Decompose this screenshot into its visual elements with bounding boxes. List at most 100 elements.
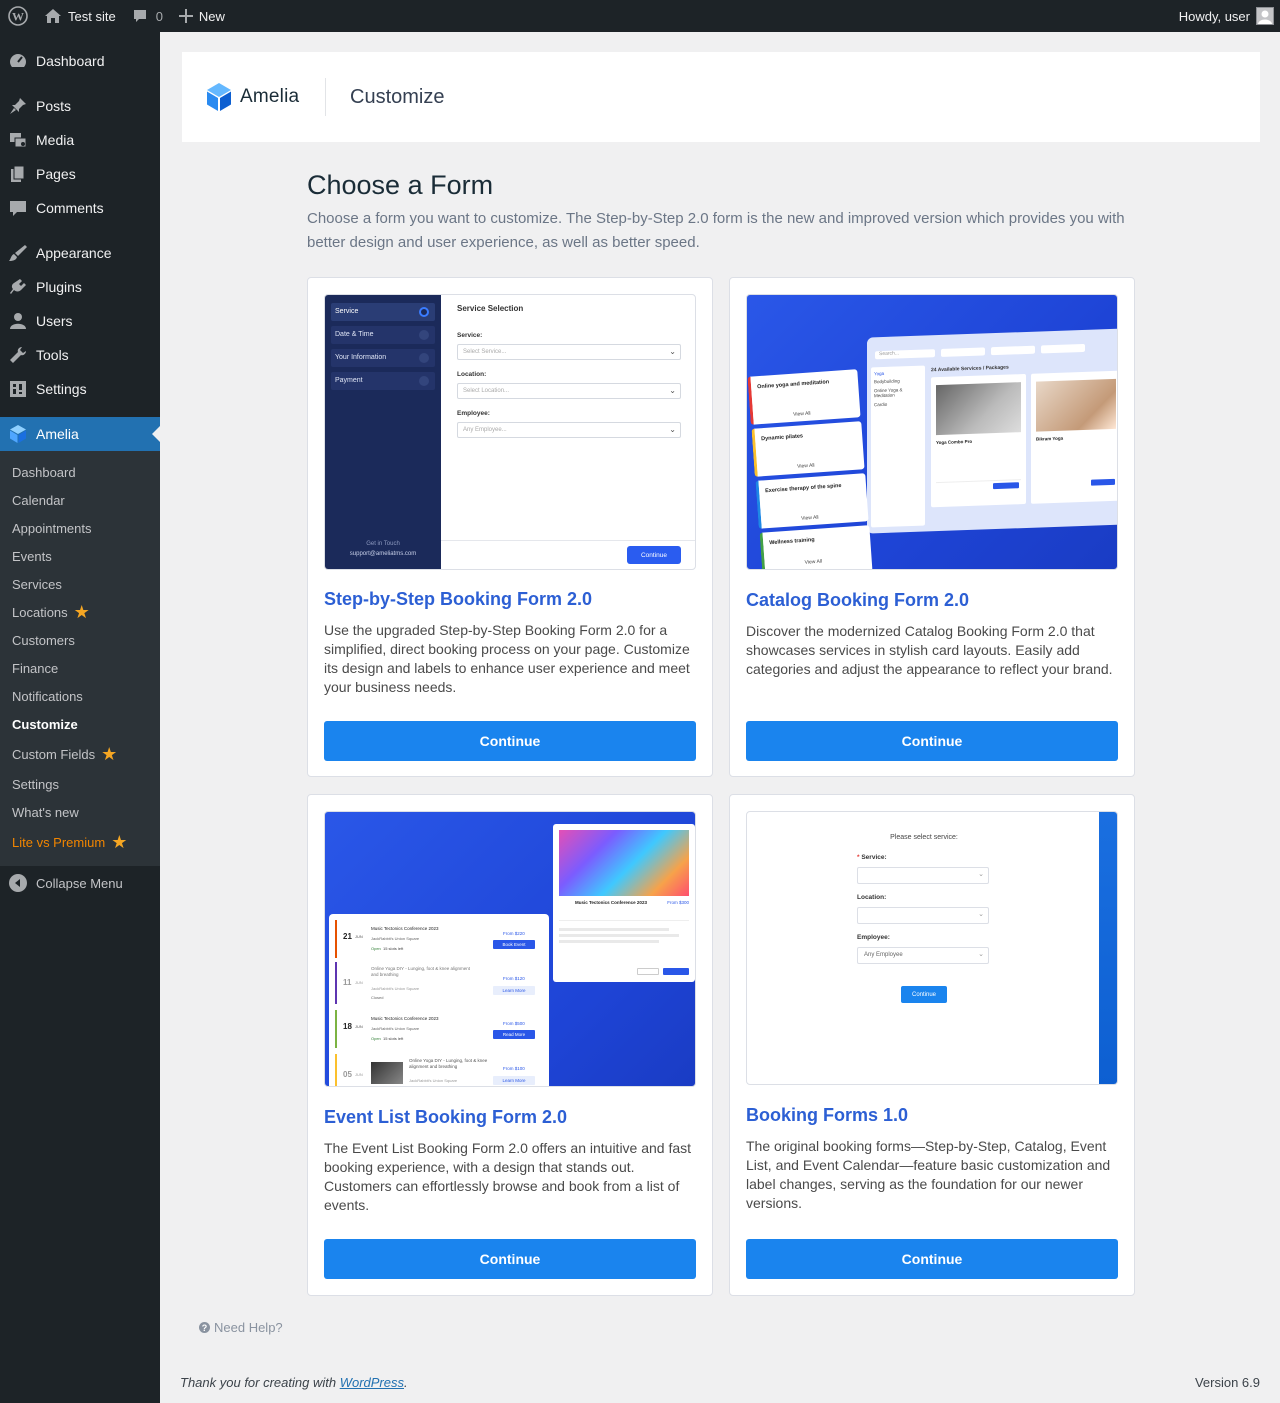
menu-dashboard[interactable]: Dashboard — [0, 44, 160, 78]
continue-button[interactable]: Continue — [746, 1239, 1118, 1279]
service-name: Yoga Combo Pro — [936, 438, 973, 446]
submenu-customize[interactable]: Customize — [0, 710, 160, 738]
wordpress-logo-icon[interactable]: W — [0, 0, 36, 32]
catalog-category-card: Wellness training — [769, 537, 815, 547]
submenu-lite-vs-premium[interactable]: Lite vs Premium ★ — [0, 826, 160, 858]
footer-thanks-suffix: . — [404, 1375, 408, 1390]
menu-settings[interactable]: Settings — [0, 372, 160, 406]
comments-link[interactable]: 0 — [124, 0, 171, 32]
event-day: 21 — [343, 932, 352, 941]
event-month: JUN — [355, 1024, 363, 1029]
collapse-label: Collapse Menu — [36, 875, 123, 891]
event-price: From $100 — [503, 1066, 525, 1071]
event-name: Online Yoga DIY - Lunging, foot & knee a… — [409, 1058, 488, 1069]
submenu-services[interactable]: Services — [0, 570, 160, 598]
submenu-appointments[interactable]: Appointments — [0, 514, 160, 542]
event-place: JackRabbit's Union Square — [371, 936, 420, 941]
submenu-customers[interactable]: Customers — [0, 626, 160, 654]
media-icon — [8, 130, 28, 150]
submenu-finance[interactable]: Finance — [0, 654, 160, 682]
form-card-catalog: Search... Yoga Bodybuilding Online Yoga … — [729, 277, 1135, 777]
event-place: JackRabbit's Union Square — [409, 1078, 458, 1083]
collapse-icon — [9, 874, 27, 892]
event-name: Online Yoga DIY - Lunging, foot & knee a… — [371, 966, 470, 977]
comment-icon — [132, 8, 148, 24]
new-content-link[interactable]: New — [171, 0, 233, 32]
menu-label: Tools — [36, 347, 69, 363]
step-indicator — [419, 330, 429, 340]
menu-plugins[interactable]: Plugins — [0, 270, 160, 304]
submenu-locations[interactable]: Locations ★ — [0, 598, 160, 626]
menu-users[interactable]: Users — [0, 304, 160, 338]
event-day: 11 — [343, 978, 352, 987]
category-item: Cardio — [874, 401, 888, 408]
popup-event-price: From $300 — [667, 900, 689, 905]
comment-icon — [8, 198, 28, 218]
event-action: Learn More — [493, 986, 535, 995]
service-selection-heading: Service Selection — [457, 304, 524, 313]
menu-comments[interactable]: Comments — [0, 191, 160, 225]
service-select: ⌄ — [857, 867, 989, 884]
amelia-logo: Amelia — [182, 78, 326, 116]
event-place: JackRabbit's Union Square — [371, 986, 420, 991]
menu-tools[interactable]: Tools — [0, 338, 160, 372]
step-indicator — [419, 376, 429, 386]
booking-forms-1-preview: Please select service: * Service: ⌄ Loca… — [746, 811, 1118, 1085]
employee-placeholder: Any Employee — [864, 952, 903, 958]
step-service: Service — [335, 308, 359, 315]
chevron-down-icon: ⌄ — [669, 425, 676, 434]
amelia-icon — [8, 424, 28, 444]
site-name-link[interactable]: Test site — [36, 0, 124, 32]
submenu-dashboard[interactable]: Dashboard — [0, 458, 160, 486]
menu-label: Dashboard — [36, 53, 105, 69]
menu-label: Comments — [36, 200, 104, 216]
svg-text:W: W — [12, 10, 24, 24]
main-content: Choose a Form Choose a form you want to … — [307, 168, 1135, 255]
account-menu[interactable]: Howdy, user — [1171, 0, 1280, 32]
menu-label: Settings — [36, 381, 87, 397]
service-name: Bikram Yoga — [1036, 435, 1064, 442]
wordpress-link[interactable]: WordPress — [340, 1375, 404, 1390]
chevron-down-icon: ⌄ — [669, 386, 676, 395]
preview-continue-button: Continue — [901, 986, 947, 1003]
submenu-events[interactable]: Events — [0, 542, 160, 570]
chevron-down-icon: ⌄ — [978, 951, 984, 958]
submenu-settings[interactable]: Settings — [0, 770, 160, 798]
employee-select: Any Employee... ⌄ — [457, 422, 681, 438]
menu-amelia[interactable]: Amelia — [0, 417, 160, 451]
submenu-notifications[interactable]: Notifications — [0, 682, 160, 710]
menu-media[interactable]: Media — [0, 123, 160, 157]
submenu-whats-new[interactable]: What's new — [0, 798, 160, 826]
service-select: Select Service... ⌄ — [457, 344, 681, 360]
chevron-down-icon: ⌄ — [978, 911, 984, 918]
logo-text: Amelia — [240, 86, 300, 107]
chevron-down-icon: ⌄ — [669, 347, 676, 356]
amelia-submenu: Dashboard Calendar Appointments Events S… — [0, 451, 160, 866]
employee-label: Employee: — [857, 934, 890, 941]
menu-posts[interactable]: Posts — [0, 89, 160, 123]
form-card-event-list: Music Tectonics Conference 2023 From $30… — [307, 794, 713, 1296]
event-price: From $220 — [503, 931, 525, 936]
submenu-label: Locations — [12, 604, 68, 620]
home-icon — [44, 8, 62, 24]
admin-bar: W Test site 0 New Howdy, user — [0, 0, 1280, 32]
submenu-custom-fields[interactable]: Custom Fields ★ — [0, 738, 160, 770]
need-help-link[interactable]: ? Need Help? — [199, 1320, 283, 1335]
menu-pages[interactable]: Pages — [0, 157, 160, 191]
menu-appearance[interactable]: Appearance — [0, 236, 160, 270]
step-indicator — [419, 353, 429, 363]
event-action: Read More — [493, 1030, 535, 1039]
continue-button[interactable]: Continue — [746, 721, 1118, 761]
service-placeholder: Select Service... — [463, 349, 507, 355]
menu-label: Media — [36, 132, 75, 148]
event-price: From $120 — [503, 976, 525, 981]
submenu-calendar[interactable]: Calendar — [0, 486, 160, 514]
catalog-category-card: Exercise therapy of the spine — [764, 482, 842, 495]
footer-version: Version 6.9 — [1194, 1375, 1260, 1390]
continue-button[interactable]: Continue — [324, 1239, 696, 1279]
continue-button[interactable]: Continue — [324, 721, 696, 761]
user-icon — [8, 311, 28, 331]
dashboard-icon — [8, 51, 28, 71]
event-action: Book Event — [493, 940, 535, 949]
collapse-menu-button[interactable]: Collapse Menu — [0, 866, 160, 900]
